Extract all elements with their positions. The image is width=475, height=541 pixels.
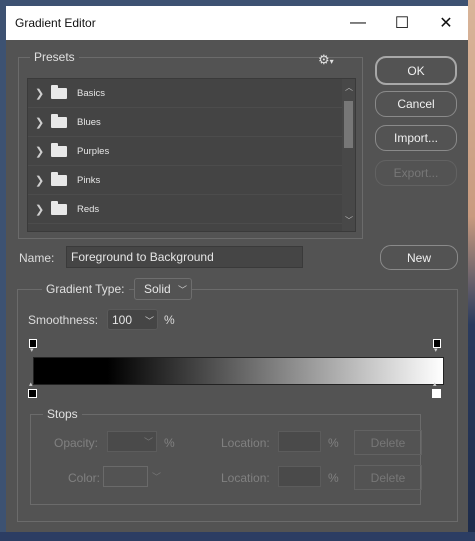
cancel-button-label: Cancel bbox=[397, 97, 435, 111]
opacity-unit: % bbox=[164, 436, 175, 450]
close-icon: ✕ bbox=[439, 15, 453, 32]
gradient-preview-bar[interactable] bbox=[33, 357, 444, 385]
color-swatch[interactable] bbox=[103, 466, 148, 487]
gradient-type-value: Solid bbox=[144, 282, 171, 296]
chevron-right-icon: ❯ bbox=[35, 116, 45, 129]
color-location-unit: % bbox=[328, 471, 339, 485]
maximize-icon: ☐ bbox=[394, 15, 410, 32]
preset-folder-label: Blues bbox=[77, 116, 101, 128]
new-button[interactable]: New bbox=[380, 245, 458, 270]
stop-pointer-icon: ▾ bbox=[30, 347, 34, 354]
preset-folder-label: Purples bbox=[77, 145, 110, 157]
minimize-button[interactable]: — bbox=[336, 6, 380, 40]
scrollbar-thumb[interactable] bbox=[344, 101, 353, 148]
desktop-background-right bbox=[468, 0, 475, 541]
color-stop-left[interactable] bbox=[28, 389, 37, 398]
opacity-input[interactable]: ﹀ bbox=[107, 431, 157, 452]
color-location-input[interactable] bbox=[278, 466, 321, 487]
export-button[interactable]: Export... bbox=[375, 160, 457, 186]
delete-button-label: Delete bbox=[370, 435, 406, 450]
chevron-right-icon: ❯ bbox=[35, 174, 45, 187]
chevron-right-icon: ❯ bbox=[35, 87, 45, 100]
ok-button-label: OK bbox=[407, 63, 425, 78]
preset-folder-reds[interactable]: ❯ Reds bbox=[28, 195, 342, 224]
stop-pointer-icon: ▴ bbox=[433, 381, 437, 388]
opacity-label: Opacity: bbox=[54, 436, 99, 450]
color-location-label: Location: bbox=[221, 471, 270, 485]
folder-icon bbox=[51, 113, 67, 128]
cancel-button[interactable]: Cancel bbox=[375, 91, 457, 117]
delete-opacity-stop-button[interactable]: Delete bbox=[354, 430, 422, 455]
gear-icon[interactable]: ⚙▾ bbox=[318, 52, 334, 68]
scroll-down-icon[interactable]: ﹀ bbox=[345, 215, 353, 226]
presets-label: Presets bbox=[30, 50, 79, 64]
maximize-button[interactable]: ☐ bbox=[380, 6, 424, 40]
chevron-down-icon: ﹀ bbox=[143, 437, 153, 447]
chevron-down-icon: ﹀ bbox=[152, 472, 162, 482]
folder-icon bbox=[51, 84, 67, 99]
preset-folder-basics[interactable]: ❯ Basics bbox=[28, 79, 342, 108]
delete-button-label: Delete bbox=[370, 470, 406, 485]
chevron-right-icon: ❯ bbox=[35, 145, 45, 158]
preset-folder-pinks[interactable]: ❯ Pinks bbox=[28, 166, 342, 195]
chevron-down-icon: ﹀ bbox=[144, 316, 154, 326]
folder-icon bbox=[51, 200, 67, 215]
gradient-type-dropdown[interactable]: Solid ﹀ bbox=[134, 278, 192, 300]
smoothness-label: Smoothness: bbox=[28, 313, 99, 327]
folder-icon bbox=[51, 142, 67, 157]
delete-color-stop-button[interactable]: Delete bbox=[354, 465, 422, 490]
stop-pointer-icon: ▾ bbox=[434, 347, 438, 354]
import-button[interactable]: Import... bbox=[375, 125, 457, 151]
gradient-editor-dialog: Gradient Editor — ☐ ✕ Presets ⚙▾ ❯ Basic… bbox=[6, 6, 468, 532]
close-button[interactable]: ✕ bbox=[424, 6, 468, 40]
export-button-label: Export... bbox=[393, 166, 439, 180]
scroll-up-icon[interactable]: ︿ bbox=[345, 82, 353, 93]
minimize-icon: — bbox=[350, 14, 366, 31]
opacity-location-input[interactable] bbox=[278, 431, 321, 452]
gradient-type-label: Gradient Type: bbox=[42, 282, 129, 296]
stops-label: Stops bbox=[43, 407, 82, 421]
stops-group bbox=[30, 414, 421, 505]
preset-folder-label: Reds bbox=[77, 203, 100, 215]
folder-icon bbox=[51, 171, 67, 186]
smoothness-input[interactable]: 100 ﹀ bbox=[107, 309, 158, 330]
preset-folder-blues[interactable]: ❯ Blues bbox=[28, 108, 342, 137]
chevron-down-icon: ﹀ bbox=[177, 285, 187, 295]
preset-folder-purples[interactable]: ❯ Purples bbox=[28, 137, 342, 166]
color-stop-right[interactable] bbox=[432, 389, 441, 398]
chevron-right-icon: ❯ bbox=[35, 203, 45, 216]
stop-pointer-icon: ▴ bbox=[29, 381, 33, 388]
desktop-background-bottom bbox=[0, 532, 475, 541]
presets-list: ❯ Basics ❯ Blues ❯ Purples ❯ Pinks ❯ Red… bbox=[27, 78, 356, 232]
window-title: Gradient Editor bbox=[15, 16, 96, 30]
presets-scrollbar[interactable]: ︿ ﹀ bbox=[342, 79, 355, 231]
opacity-location-label: Location: bbox=[221, 436, 270, 450]
ok-button[interactable]: OK bbox=[375, 56, 457, 85]
title-bar: Gradient Editor — ☐ ✕ bbox=[6, 6, 468, 40]
new-button-label: New bbox=[406, 250, 431, 265]
import-button-label: Import... bbox=[393, 131, 438, 145]
name-input[interactable]: Foreground to Background bbox=[66, 246, 303, 268]
name-label: Name: bbox=[19, 251, 55, 265]
smoothness-value: 100 bbox=[112, 312, 133, 327]
smoothness-unit: % bbox=[164, 313, 175, 327]
name-input-value: Foreground to Background bbox=[71, 250, 214, 264]
opacity-location-unit: % bbox=[328, 436, 339, 450]
preset-folder-label: Basics bbox=[77, 87, 105, 99]
color-label: Color: bbox=[68, 471, 101, 485]
preset-folder-label: Pinks bbox=[77, 174, 101, 186]
